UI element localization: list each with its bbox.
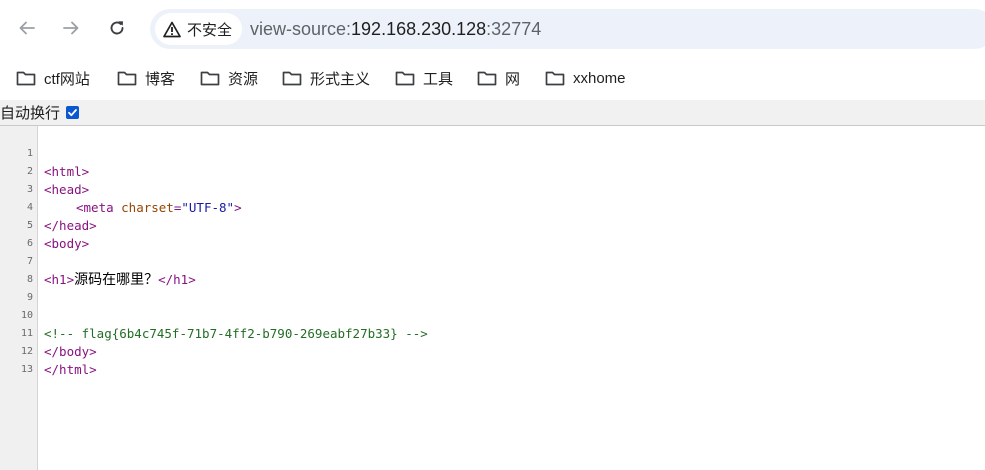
bookmark-resources[interactable]: 资源 [196,65,262,91]
source-line: 9 [0,271,985,303]
folder-icon [16,71,36,86]
folder-icon [477,71,497,86]
bookmark-label: 资源 [228,70,259,88]
arrow-right-icon [63,21,79,35]
bookmark-label: ctf网站 [44,70,90,88]
back-button[interactable] [12,13,42,43]
bookmark-xxhome[interactable]: xxhome [541,65,630,91]
bookmark-ctf[interactable]: ctf网站 [12,65,94,91]
security-chip[interactable]: 不安全 [155,13,243,45]
bookmark-label: xxhome [573,69,626,87]
source-line: 3 <meta charset="UTF-8"> [0,163,985,215]
source-line: 7 <h1>源码在哪里？</h1> [0,235,985,288]
source-line: 11 </body> [0,307,985,359]
bookmark-label: 网 [505,70,521,88]
url-port: :32774 [486,19,542,39]
line-wrap-bar: 自动换行 [0,100,985,126]
bookmark-tools[interactable]: 工具 [391,65,457,91]
source-line: 13 [0,343,985,375]
source-line: 5 <body> [0,199,985,251]
forward-button[interactable] [56,13,86,43]
security-label: 不安全 [187,21,233,39]
bookmark-label: 工具 [423,70,454,88]
html-close-tag: </html> [44,362,97,377]
bookmark-label: 形式主义 [310,70,371,88]
browser-toolbar: 不安全 view-source:192.168.230.128:32774 [0,0,985,58]
folder-icon [200,71,220,86]
address-bar[interactable]: 不安全 view-source:192.168.230.128:32774 [150,9,985,49]
bookmarks-bar: ctf网站 博客 资源 形式主义 工具 网 xxhome [0,58,985,98]
folder-icon [117,71,137,86]
bookmark-label: 博客 [145,70,176,88]
folder-icon [545,71,565,86]
url-scheme: view-source: [250,19,352,39]
source-line: 12 </html> [0,325,985,377]
folder-icon [395,71,415,86]
bookmark-formalism[interactable]: 形式主义 [278,65,374,91]
reload-icon [110,21,124,35]
source-line: 1 <html> [0,127,985,179]
source-line: 4 </head> [0,181,985,233]
line-wrap-checkbox[interactable] [66,106,80,119]
source-line: 2 <head> [0,145,985,197]
source-view: 1 <html> 2 <head> 3 <meta charset="UTF-8… [0,126,985,470]
source-line: 6 [0,217,985,249]
source-line: 8 [0,253,985,285]
folder-icon [282,71,302,86]
line-wrap-label: 自动换行 [0,105,61,122]
line-number: 13 [20,364,33,375]
url-text[interactable]: view-source:192.168.230.128:32774 [250,18,541,40]
source-line: 10 <!-- flag{6b4c745f-71b7-4ff2-b790-269… [0,289,985,341]
reload-button[interactable] [102,13,132,43]
warning-icon [163,21,181,37]
arrow-left-icon [19,21,35,35]
bookmark-blog[interactable]: 博客 [113,65,179,91]
bookmark-web[interactable]: 网 [473,65,524,91]
url-host: 192.168.230.128 [351,19,487,39]
checkmark-icon [68,109,77,117]
